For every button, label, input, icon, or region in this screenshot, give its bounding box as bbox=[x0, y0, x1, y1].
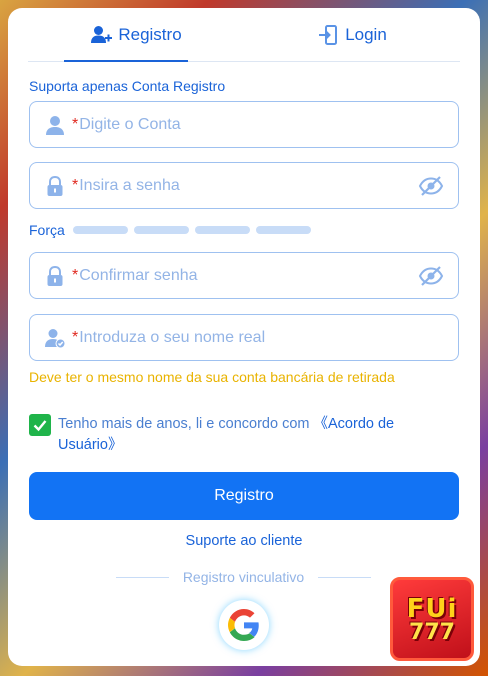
account-input[interactable] bbox=[79, 115, 458, 134]
user-icon bbox=[44, 114, 66, 136]
real-name-hint: Deve ter o mesmo nome da sua conta bancá… bbox=[29, 369, 395, 385]
password-input[interactable] bbox=[79, 176, 418, 195]
agreement-statement: Tenho mais de anos, li e concordo com bbox=[58, 416, 314, 432]
confirm-password-input[interactable] bbox=[79, 266, 418, 285]
eye-slash-icon[interactable] bbox=[418, 265, 444, 287]
tab-register[interactable]: Registro bbox=[28, 8, 244, 62]
agreement-text: Tenho mais de anos, li e concordo com 《A… bbox=[58, 414, 449, 456]
account-field[interactable]: * bbox=[29, 101, 459, 148]
agreement-row: Tenho mais de anos, li e concordo com 《A… bbox=[29, 414, 449, 456]
auth-tabs: Registro Login bbox=[28, 8, 460, 62]
register-modal: Registro Login Suporta apenas Conta Regi… bbox=[8, 8, 480, 666]
tab-register-label: Registro bbox=[118, 24, 182, 44]
real-name-input[interactable] bbox=[79, 328, 458, 347]
strength-segment bbox=[72, 226, 128, 234]
eye-slash-icon[interactable] bbox=[418, 175, 444, 197]
password-field[interactable]: * bbox=[29, 162, 459, 209]
user-verified-icon bbox=[44, 327, 66, 349]
password-strength: Força bbox=[29, 222, 317, 238]
customer-support-link[interactable]: Suporte ao cliente bbox=[8, 533, 480, 549]
required-mark: * bbox=[72, 115, 79, 133]
lock-icon bbox=[44, 265, 66, 287]
tab-login-label: Login bbox=[345, 24, 387, 44]
confirm-password-field[interactable]: * bbox=[29, 252, 459, 299]
real-name-field[interactable]: * bbox=[29, 314, 459, 361]
strength-meter bbox=[72, 226, 317, 234]
google-icon bbox=[228, 609, 259, 641]
strength-segment bbox=[255, 226, 311, 234]
google-login-button[interactable] bbox=[219, 600, 269, 650]
divider-line bbox=[318, 576, 372, 578]
user-plus-icon bbox=[90, 24, 113, 46]
logo-line-2: 777 bbox=[409, 619, 455, 645]
brand-logo: FUi 777 bbox=[390, 577, 474, 661]
tab-login[interactable]: Login bbox=[244, 8, 460, 61]
required-mark: * bbox=[72, 328, 79, 346]
required-mark: * bbox=[72, 266, 79, 284]
lock-icon bbox=[44, 175, 66, 197]
login-door-icon bbox=[317, 24, 339, 46]
divider-line bbox=[116, 576, 169, 578]
required-mark: * bbox=[72, 176, 79, 194]
strength-segment bbox=[194, 226, 250, 234]
check-icon bbox=[33, 420, 47, 432]
register-submit-button[interactable]: Registro bbox=[29, 472, 459, 520]
bind-divider: Registro vinculativo bbox=[116, 569, 372, 585]
strength-segment bbox=[133, 226, 189, 234]
agreement-checkbox[interactable] bbox=[29, 414, 51, 436]
bind-divider-label: Registro vinculativo bbox=[182, 569, 305, 585]
account-type-note: Suporta apenas Conta Registro bbox=[29, 78, 226, 94]
strength-label: Força bbox=[29, 222, 65, 238]
